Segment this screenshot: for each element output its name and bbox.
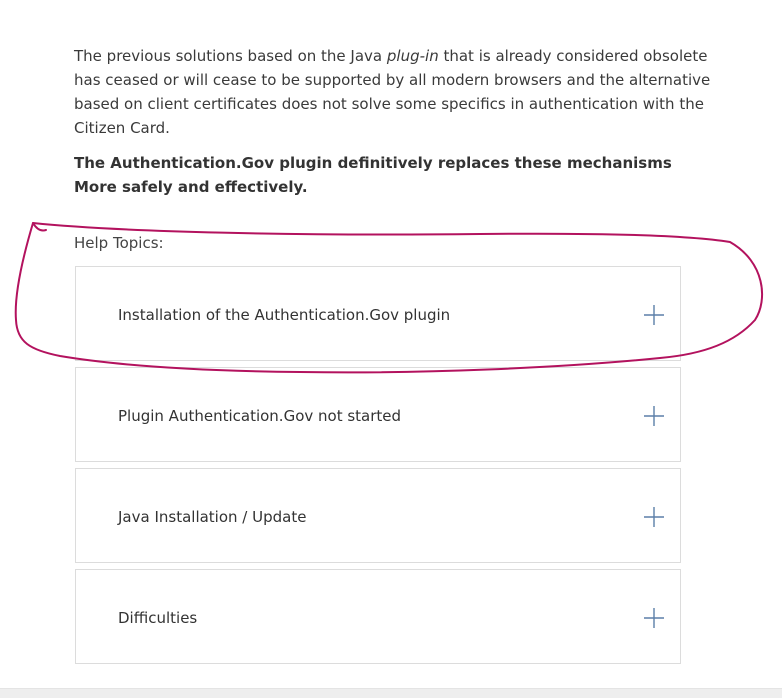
plus-icon[interactable] [643, 405, 665, 427]
intro-paragraph: The previous solutions based on the Java… [74, 44, 714, 140]
topic-label: Installation of the Authentication.Gov p… [118, 306, 451, 324]
plus-icon[interactable] [643, 607, 665, 629]
help-topics-title: Help Topics: [74, 234, 164, 252]
plus-icon[interactable] [643, 304, 665, 326]
help-topics-accordion: Installation of the Authentication.Gov p… [75, 266, 681, 670]
page-bottom-bar [0, 688, 782, 698]
intro-text-start: The previous solutions based on the Java [74, 47, 387, 65]
lead-paragraph: The Authentication.Gov plugin definitive… [74, 154, 672, 196]
topic-plugin-not-started[interactable]: Plugin Authentication.Gov not started [75, 367, 681, 462]
intro-plugin-term: plug-in [386, 47, 439, 65]
topic-installation-plugin[interactable]: Installation of the Authentication.Gov p… [75, 266, 681, 361]
topic-label: Difficulties [118, 609, 198, 627]
topic-label: Java Installation / Update [118, 508, 307, 526]
topic-label: Plugin Authentication.Gov not started [118, 407, 402, 425]
topic-difficulties[interactable]: Difficulties [75, 569, 681, 664]
topic-java-installation[interactable]: Java Installation / Update [75, 468, 681, 563]
plus-icon[interactable] [643, 506, 665, 528]
